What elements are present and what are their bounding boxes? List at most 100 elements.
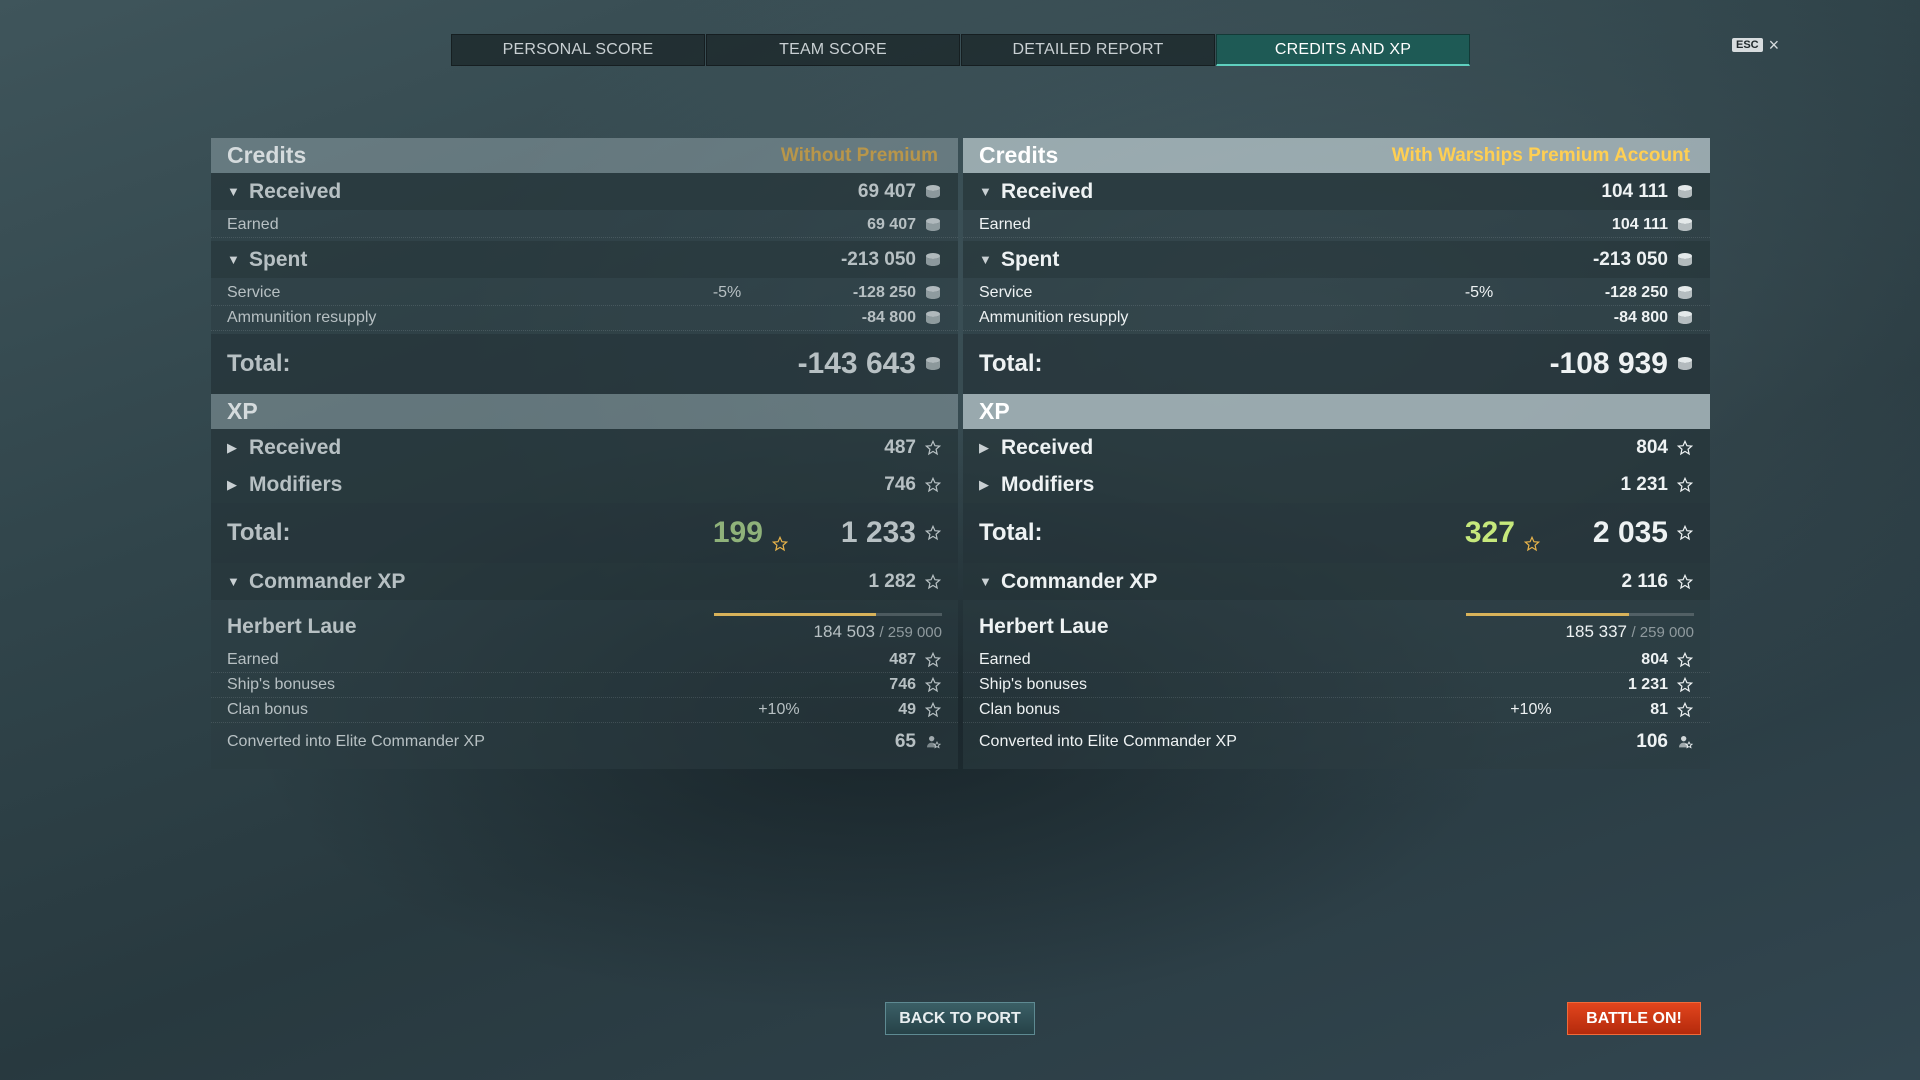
xp-total-value: 2 035 — [1592, 516, 1668, 549]
cmd-ship-bonus-row: Ship's bonuses 1 231 — [963, 673, 1710, 698]
cmd-clan-bonus-label: Clan bonus — [979, 701, 1060, 718]
commander-row: Herbert Laue 184 503 / 259 000 — [211, 606, 958, 648]
ammo-label: Ammunition resupply — [979, 309, 1129, 326]
commander-progress-bar — [1466, 612, 1694, 616]
tab-detailed-report[interactable]: DETAILED REPORT — [961, 34, 1215, 66]
panel-without-premium: Credits Without Premium ▼ Received 69 40… — [211, 138, 958, 769]
xp-title: XP — [227, 398, 258, 424]
ammo-value: -84 800 — [1613, 309, 1668, 326]
xp-modifiers-label: Modifiers — [249, 472, 343, 496]
esc-close-button[interactable]: ESC × — [1732, 36, 1780, 54]
xp-modifiers-toggle[interactable]: ▶ Modifiers 746 — [211, 466, 958, 503]
xp-modifiers-value: 1 231 — [1620, 473, 1668, 495]
elite-commander-icon — [1676, 734, 1694, 750]
commander-progress-fill — [1466, 612, 1630, 616]
chevron-down-icon: ▼ — [227, 184, 240, 199]
xp-modifiers-toggle[interactable]: ▶ Modifiers 1 231 — [963, 466, 1710, 503]
xp-received-label: Received — [1001, 435, 1094, 459]
commander-progress-fill — [714, 612, 877, 616]
credits-icon — [1676, 252, 1694, 268]
commander-xp-toggle[interactable]: ▼ Commander XP 2 116 — [963, 563, 1710, 600]
chevron-right-icon: ▶ — [979, 439, 989, 455]
ammo-row: Ammunition resupply -84 800 — [211, 306, 958, 331]
xp-received-toggle[interactable]: ▶ Received 804 — [963, 429, 1710, 466]
cmd-clan-bonus-percent: +10% — [1510, 701, 1552, 718]
star-icon — [1676, 651, 1694, 668]
xp-received-toggle[interactable]: ▶ Received 487 — [211, 429, 958, 466]
credits-icon — [924, 252, 942, 268]
credits-total-label: Total: — [979, 350, 1043, 377]
free-xp-star-icon — [1523, 526, 1541, 552]
credits-total: Total: -143 643 — [211, 334, 958, 394]
received-rows: Earned 104 111 — [963, 210, 1710, 241]
earned-value: 104 111 — [1611, 216, 1668, 233]
cmd-ship-bonus-label: Ship's bonuses — [979, 676, 1088, 693]
credits-received-toggle[interactable]: ▼ Received 104 111 — [963, 173, 1710, 210]
earned-label: Earned — [979, 216, 1031, 233]
cmd-earned-value: 804 — [1641, 651, 1668, 668]
credits-icon — [924, 217, 942, 233]
star-icon — [924, 439, 942, 456]
credits-icon — [924, 285, 942, 301]
credits-spent-toggle[interactable]: ▼ Spent -213 050 — [963, 241, 1710, 278]
free-xp-value: 327 — [1465, 516, 1541, 552]
service-value: -128 250 — [852, 284, 916, 301]
esc-key-badge: ESC — [1732, 38, 1763, 52]
chevron-right-icon: ▶ — [979, 476, 989, 492]
close-icon[interactable]: × — [1769, 36, 1780, 54]
tab-personal-score[interactable]: PERSONAL SCORE — [451, 34, 705, 66]
xp-title: XP — [979, 398, 1010, 424]
received-value: 104 111 — [1601, 180, 1668, 202]
commander-xp-max: / 259 000 — [879, 623, 942, 641]
received-label: Received — [1001, 179, 1094, 203]
tab-team-score[interactable]: TEAM SCORE — [706, 34, 960, 66]
service-percent: -5% — [1464, 284, 1494, 301]
result-tabs: PERSONAL SCORE TEAM SCORE DETAILED REPOR… — [451, 34, 1471, 66]
cmd-ship-bonus-row: Ship's bonuses 746 — [211, 673, 958, 698]
commander-xp-value: 2 116 — [1621, 570, 1669, 592]
credits-received-toggle[interactable]: ▼ Received 69 407 — [211, 173, 958, 210]
received-rows: Earned 69 407 — [211, 210, 958, 241]
commander-xp-toggle[interactable]: ▼ Commander XP 1 282 — [211, 563, 958, 600]
spent-label: Spent — [1001, 247, 1060, 271]
star-icon — [924, 676, 942, 693]
cmd-ship-bonus-label: Ship's bonuses — [227, 676, 336, 693]
service-value: -128 250 — [1604, 284, 1668, 301]
ammo-value: -84 800 — [861, 309, 916, 326]
cmd-clan-bonus-label: Clan bonus — [227, 701, 308, 718]
panel-with-premium: Credits With Warships Premium Account ▼ … — [963, 138, 1710, 769]
tab-credits-and-xp[interactable]: CREDITS AND XP — [1216, 34, 1470, 66]
xp-total-value: 1 233 — [840, 516, 916, 549]
service-label: Service — [227, 284, 281, 301]
commander-block: Herbert Laue 185 337 / 259 000 Earned 80… — [963, 600, 1710, 769]
cmd-clan-bonus-row: Clan bonus +10% 49 — [211, 698, 958, 723]
star-icon — [924, 524, 942, 541]
star-icon — [1676, 573, 1694, 590]
star-icon — [924, 573, 942, 590]
xp-header: XP — [963, 394, 1710, 429]
credits-spent-toggle[interactable]: ▼ Spent -213 050 — [211, 241, 958, 278]
back-to-port-button[interactable]: BACK TO PORT — [885, 1002, 1035, 1035]
account-type-label: With Warships Premium Account — [1391, 144, 1690, 166]
credits-icon — [924, 310, 942, 326]
cmd-ship-bonus-value: 746 — [889, 676, 916, 693]
received-label: Received — [249, 179, 342, 203]
ammo-row: Ammunition resupply -84 800 — [963, 306, 1710, 331]
service-label: Service — [979, 284, 1033, 301]
star-icon — [1676, 524, 1694, 541]
chevron-down-icon: ▼ — [227, 252, 240, 267]
commander-progress-bar — [714, 612, 942, 616]
chevron-right-icon: ▶ — [227, 439, 237, 455]
elite-commander-icon — [924, 734, 942, 750]
free-xp-star-icon — [771, 526, 789, 552]
credits-total-label: Total: — [227, 350, 291, 377]
chevron-down-icon: ▼ — [227, 574, 240, 589]
credits-total-value: -143 643 — [797, 347, 916, 380]
cmd-earned-label: Earned — [979, 651, 1031, 668]
earned-value: 69 407 — [867, 216, 916, 233]
battle-on-button[interactable]: BATTLE ON! — [1567, 1002, 1701, 1035]
credits-title: Credits — [979, 142, 1059, 168]
star-icon — [924, 651, 942, 668]
commander-xp-value: 1 282 — [868, 570, 916, 592]
service-percent: -5% — [712, 284, 742, 301]
